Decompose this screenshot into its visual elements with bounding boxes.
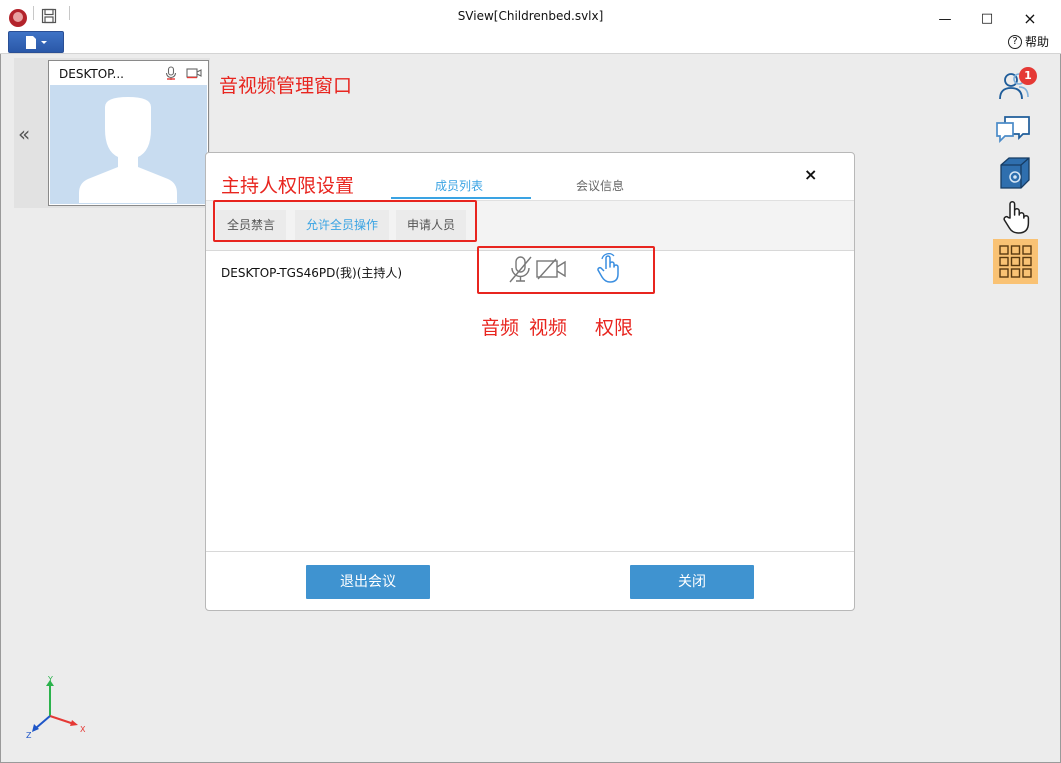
help-icon: ? — [1007, 34, 1022, 49]
tab-member-list[interactable]: 成员列表 — [435, 177, 483, 194]
window-title: SView[Childrenbed.svlx] — [457, 9, 604, 23]
dialog-close-icon[interactable]: × — [804, 165, 817, 184]
grid-icon — [999, 245, 1032, 278]
tab-active-indicator — [391, 197, 531, 199]
title-bar: SView[Childrenbed.svlx] — □ × — [0, 0, 1061, 31]
person-silhouette-icon — [79, 97, 177, 203]
annotation-box-controls — [477, 246, 655, 294]
model-settings-button[interactable] — [997, 155, 1033, 191]
help-label: 帮助 — [1024, 35, 1049, 49]
video-tile-body — [50, 85, 207, 204]
participants-button[interactable]: 1 — [997, 67, 1037, 104]
document-icon — [26, 36, 47, 49]
participants-badge: 1 — [1019, 67, 1037, 85]
leave-meeting-button[interactable]: 退出会议 — [306, 565, 430, 599]
video-tile-header: DESKTOP... — [49, 61, 208, 85]
camera-icon[interactable] — [186, 67, 202, 79]
minimize-button[interactable]: — — [935, 12, 955, 28]
axis-x-label: X — [80, 725, 86, 734]
collapse-panel-icon[interactable]: « — [18, 122, 30, 146]
toolbar: ? 帮助 — [0, 31, 1061, 54]
chat-button[interactable] — [995, 113, 1033, 147]
annotation-permission: 权限 — [595, 317, 634, 339]
maximize-button[interactable]: □ — [977, 11, 997, 27]
axis-gizmo-icon: Y X Z — [26, 676, 86, 740]
hand-icon — [1003, 200, 1030, 234]
help-link[interactable]: ? 帮助 — [1007, 33, 1049, 50]
close-dialog-button[interactable]: 关闭 — [630, 565, 754, 599]
dialog-footer-divider — [206, 551, 854, 552]
annotation-host-settings: 主持人权限设置 — [221, 175, 355, 197]
axis-z-label: Z — [26, 731, 32, 740]
close-window-button[interactable]: × — [1020, 11, 1040, 27]
video-tile[interactable]: DESKTOP... — [48, 60, 209, 206]
chat-icon — [996, 116, 1030, 144]
annotation-audio: 音频 — [481, 317, 520, 339]
grid-view-button[interactable] — [993, 239, 1038, 284]
axis-y-label: Y — [47, 676, 53, 684]
microphone-icon[interactable] — [165, 66, 177, 81]
hand-tool-button[interactable] — [999, 199, 1031, 235]
member-name: DESKTOP-TGS46PD(我)(主持人) — [221, 266, 403, 280]
file-menu-button[interactable] — [8, 31, 64, 53]
tab-meeting-info[interactable]: 会议信息 — [576, 177, 624, 194]
model-settings-icon — [1000, 157, 1030, 189]
annotation-video-window: 音视频管理窗口 — [219, 75, 353, 97]
video-tile-name: DESKTOP... — [59, 67, 124, 81]
annotation-box-actions — [213, 200, 477, 242]
annotation-video: 视频 — [529, 317, 568, 339]
